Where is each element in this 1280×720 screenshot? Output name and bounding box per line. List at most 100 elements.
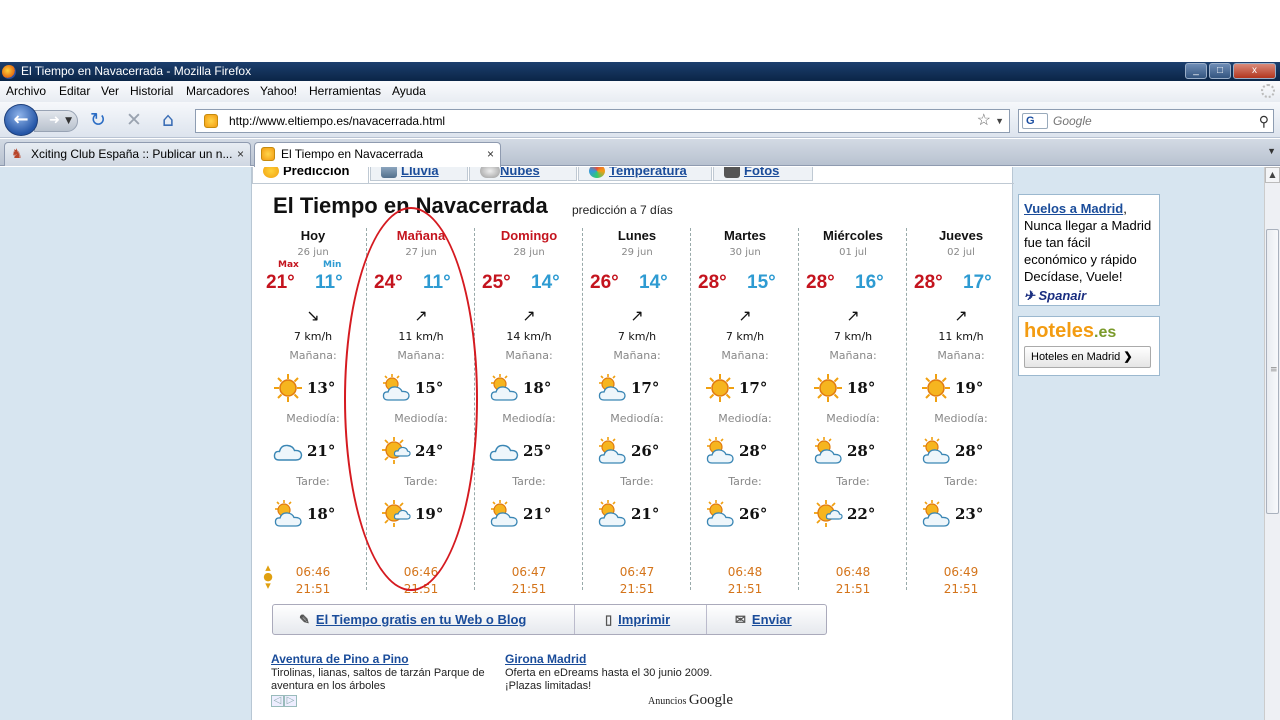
hotels-button[interactable]: Hoteles en Madrid ❯ [1024, 346, 1151, 368]
ad-next-icon[interactable]: ▷ [284, 695, 297, 707]
sun-cloud-icon [705, 499, 735, 529]
day-date: 02 jul [947, 247, 975, 258]
url-text[interactable]: http://www.eltiempo.es/navacerrada.html [229, 110, 445, 132]
max-temp: 28° [914, 272, 943, 293]
title-bar: El Tiempo en Navacerrada - Mozilla Firef… [0, 62, 1280, 81]
sun-cloud-icon [813, 436, 843, 466]
eltiempo-favicon-icon [261, 147, 275, 161]
sunrise-time: 06:46 [295, 565, 331, 579]
wind-direction-icon: ↗ [738, 306, 752, 325]
search-icon[interactable]: ⚲ [1259, 110, 1269, 132]
max-temp: 28° [806, 272, 835, 293]
ad-text: Oferta en eDreams hasta el 30 junio 2009… [505, 667, 713, 692]
ads-by-google[interactable]: Anuncios Google [648, 692, 733, 709]
site-tab-lluvia[interactable]: Lluvia [370, 167, 468, 181]
sunset-time: 21:51 [619, 582, 655, 596]
send-link[interactable]: ✉ Enviar [707, 605, 826, 634]
site-tab-temperatura[interactable]: Temperatura [578, 167, 712, 181]
menu-marcadores[interactable]: Marcadores [186, 84, 249, 98]
ad-title[interactable]: Girona Madrid [505, 652, 725, 666]
tab-label: Xciting Club España :: Publicar un n... [31, 147, 233, 161]
period-label: Mediodía: [502, 412, 556, 425]
envelope-icon: ✉ [735, 612, 746, 627]
search-engine-selector[interactable]: G [1022, 113, 1048, 129]
action-bar: ✎ El Tiempo gratis en tu Web o Blog ▯ Impr… [272, 604, 827, 635]
forecast-day: Miércoles 01 jul 28° 16° ↗ 7 km/h Mañana: 18° Me… [799, 228, 907, 596]
tab-list-icon[interactable]: ▼ [1267, 146, 1276, 156]
day-name: Domingo [500, 228, 558, 243]
url-bar[interactable]: http://www.eltiempo.es/navacerrada.html … [195, 109, 1010, 133]
search-input[interactable] [1053, 112, 1248, 130]
day-date: 28 jun [513, 247, 545, 258]
cloud-icon [480, 167, 500, 178]
firefox-icon [2, 65, 16, 79]
print-link[interactable]: ▯ Imprimir [575, 605, 707, 634]
vertical-scrollbar[interactable]: ▲ ≡ [1264, 167, 1280, 720]
scroll-up-icon[interactable]: ▲ [1265, 167, 1280, 183]
sun-cloud-icon [705, 436, 735, 466]
period-label: Mañana: [721, 349, 769, 362]
stop-icon[interactable]: ✕ [126, 109, 142, 131]
forecast-page: Predicción Lluvia Nubes Temperatura Foto… [251, 167, 1014, 720]
sun-cloud-icon [273, 499, 303, 529]
flights-ad-text: Nunca llegar a Madrid fue tan fácil econ… [1024, 218, 1152, 284]
forward-button[interactable]: ➜ ▼ [34, 110, 78, 132]
sun-cloud-icon [489, 373, 519, 403]
menu-herramientas[interactable]: Herramientas [309, 84, 381, 98]
forecast-day: Martes 30 jun 28° 15° ↗ 7 km/h Mañana: 17° Medio… [691, 228, 799, 596]
menu-ayuda[interactable]: Ayuda [392, 84, 426, 98]
period-label: Tarde: [836, 475, 870, 488]
close-window-button[interactable]: x [1233, 63, 1276, 79]
back-button[interactable]: ← [4, 104, 38, 136]
search-bar[interactable]: G ⚲ [1018, 109, 1274, 133]
reload-icon[interactable]: ↻ [90, 109, 106, 131]
spanair-logo[interactable]: ✈ Spanair [1024, 287, 1154, 304]
history-dropdown-icon[interactable]: ▼ [65, 111, 72, 131]
day-date: 29 jun [621, 247, 653, 258]
sunrise-time: 06:48 [727, 565, 763, 579]
home-icon[interactable]: ⌂ [162, 109, 174, 131]
hotels-ad[interactable]: hoteles.es Hoteles en Madrid ❯ [1018, 316, 1160, 376]
min-temp: 17° [963, 272, 992, 293]
site-tab-prediccion[interactable]: Predicción [252, 167, 369, 183]
flights-ad-link[interactable]: Vuelos a Madrid [1024, 201, 1123, 216]
ad-item[interactable]: Aventura de Pino a Pino Tirolinas, liana… [271, 652, 503, 693]
period-temp: 21° [523, 505, 552, 523]
wind-direction-icon: ↗ [954, 306, 968, 325]
wind-speed: 14 km/h [506, 330, 552, 343]
tab-xciting[interactable]: ♞ Xciting Club España :: Publicar un n..… [4, 142, 251, 166]
menu-editar[interactable]: Editar [59, 84, 90, 98]
menu-ver[interactable]: Ver [101, 84, 119, 98]
widget-link[interactable]: ✎ El Tiempo gratis en tu Web o Blog [273, 605, 575, 634]
min-temp: 15° [747, 272, 776, 293]
flights-ad[interactable]: Vuelos a Madrid, Nunca llegar a Madrid f… [1018, 194, 1160, 306]
tab-eltiempo[interactable]: El Tiempo en Navacerrada × [254, 142, 501, 167]
ad-navigation: ◁ ▷ [271, 695, 297, 707]
site-tab-nubes[interactable]: Nubes [469, 167, 577, 181]
annotation-ellipse [344, 207, 478, 591]
period-temp: 26° [739, 505, 768, 523]
sunset-time: 21:51 [727, 582, 763, 596]
minimize-button[interactable]: _ [1185, 63, 1207, 79]
wind-speed: 7 km/h [725, 330, 765, 343]
period-temp: 28° [847, 442, 876, 460]
close-tab-icon[interactable]: × [237, 143, 244, 165]
menu-archivo[interactable]: Archivo [6, 84, 46, 98]
menu-historial[interactable]: Historial [130, 84, 173, 98]
wind-direction-icon: ↗ [522, 306, 536, 325]
scrollbar-thumb[interactable]: ≡ [1266, 229, 1279, 514]
ad-title[interactable]: Aventura de Pino a Pino [271, 652, 503, 666]
site-favicon-icon [204, 114, 218, 128]
period-temp: 28° [955, 442, 984, 460]
menu-yahoo[interactable]: Yahoo! [260, 84, 297, 98]
site-tab-fotos[interactable]: Fotos [713, 167, 813, 181]
url-dropdown-icon[interactable]: ▼ [995, 110, 1004, 132]
ad-item[interactable]: Girona Madrid Oferta en eDreams hasta el… [505, 652, 725, 693]
site-tabs: Predicción Lluvia Nubes Temperatura Foto… [252, 167, 1014, 183]
ad-prev-icon[interactable]: ◁ [271, 695, 284, 707]
maximize-button[interactable]: □ [1209, 63, 1231, 79]
close-tab-icon[interactable]: × [487, 143, 494, 165]
bookmark-star-icon[interactable]: ☆ [977, 110, 991, 132]
wind-direction-icon: ↗ [630, 306, 644, 325]
period-label: Mediodía: [610, 412, 664, 425]
